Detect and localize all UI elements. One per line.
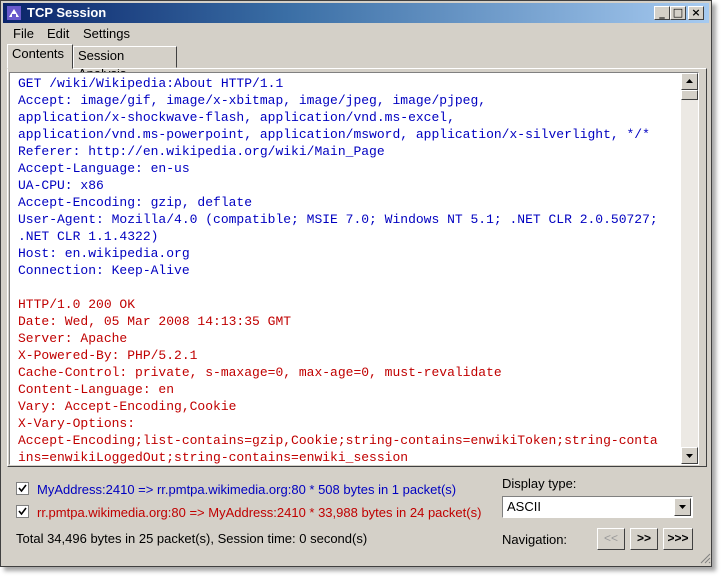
- window-title: TCP Session: [27, 5, 107, 20]
- content-lines: GET /wiki/Wikipedia:About HTTP/1.1 Accept…: [18, 75, 658, 465]
- chevron-down-icon: [679, 505, 686, 509]
- request-line: application/x-shockwave-flash, applicati…: [18, 110, 455, 125]
- response-line: X-Vary-Options:: [18, 416, 136, 431]
- display-type-value: ASCII: [507, 499, 541, 514]
- resize-grip-icon[interactable]: [699, 552, 711, 564]
- scroll-up-button[interactable]: [681, 73, 698, 90]
- request-line: User-Agent: Mozilla/4.0 (compatible; MSI…: [18, 212, 658, 227]
- scroll-down-button[interactable]: [681, 447, 698, 464]
- response-line: Accept-Encoding;list-contains=gzip,Cooki…: [18, 433, 658, 448]
- request-line: Connection: Keep-Alive: [18, 263, 190, 278]
- nav-next-button[interactable]: >>: [630, 528, 658, 550]
- close-button[interactable]: ×: [688, 6, 704, 20]
- minimize-button[interactable]: _: [654, 6, 670, 20]
- request-line: GET /wiki/Wikipedia:About HTTP/1.1: [18, 76, 284, 91]
- response-line: HTTP/1.0 200 OK: [18, 297, 136, 312]
- navigation-label: Navigation:: [502, 532, 568, 547]
- nav-last-button[interactable]: >>>: [663, 528, 693, 550]
- menu-settings[interactable]: Settings: [83, 26, 130, 42]
- title-bar[interactable]: TCP Session _ □ ×: [3, 3, 709, 23]
- request-line: application/vnd.ms-powerpoint, applicati…: [18, 127, 650, 142]
- tcp-session-window: TCP Session _ □ × File Edit Settings Con…: [0, 0, 712, 567]
- menu-edit[interactable]: Edit: [47, 26, 69, 42]
- menu-bar: File Edit Settings: [3, 24, 709, 43]
- checkmark-icon: [18, 507, 27, 516]
- scroll-thumb[interactable]: [681, 90, 698, 100]
- response-line: Server: Apache: [18, 331, 128, 346]
- session-checkbox-outgoing[interactable]: [16, 482, 29, 495]
- response-line: Vary: Accept-Encoding,Cookie: [18, 399, 237, 414]
- app-icon: [7, 6, 21, 20]
- menu-file[interactable]: File: [13, 26, 34, 42]
- session-content-view[interactable]: GET /wiki/Wikipedia:About HTTP/1.1 Accept…: [9, 72, 699, 465]
- response-line: Content-Language: en: [18, 382, 175, 397]
- session-checkbox-incoming[interactable]: [16, 505, 29, 518]
- tab-session-analysis[interactable]: Session Analysis: [73, 46, 177, 81]
- arrow-down-icon: [686, 454, 693, 458]
- request-line: Accept-Language: en-us: [18, 161, 190, 176]
- response-line: Date: Wed, 05 Mar 2008 14:13:35 GMT: [18, 314, 292, 329]
- tab-contents[interactable]: Contents: [7, 44, 73, 69]
- display-type-label: Display type:: [502, 476, 577, 491]
- arrow-up-icon: [686, 79, 693, 83]
- request-line: Accept: image/gif, image/x-xbitmap, imag…: [18, 93, 487, 108]
- nav-first-button[interactable]: <<: [597, 528, 625, 550]
- dropdown-button[interactable]: [674, 498, 691, 516]
- request-line: .NET CLR 1.1.4322): [18, 229, 159, 244]
- vertical-scrollbar[interactable]: [681, 73, 698, 464]
- status-summary: Total 34,496 bytes in 25 packet(s), Sess…: [16, 531, 368, 546]
- request-line: Accept-Encoding: gzip, deflate: [18, 195, 253, 210]
- response-line: X-Powered-By: PHP/5.2.1: [18, 348, 198, 363]
- display-type-select[interactable]: ASCII: [502, 496, 693, 518]
- response-line: Cache-Control: private, s-maxage=0, max-…: [18, 365, 502, 380]
- maximize-button[interactable]: □: [670, 6, 686, 20]
- session-label-outgoing[interactable]: MyAddress:2410 => rr.pmtpa.wikimedia.org…: [37, 482, 456, 498]
- request-line: UA-CPU: x86: [18, 178, 104, 193]
- response-line: ins=enwikiLoggedOut;string-contains=enwi…: [18, 450, 409, 465]
- request-line: Referer: http://en.wikipedia.org/wiki/Ma…: [18, 144, 385, 159]
- checkmark-icon: [18, 484, 27, 493]
- request-line: Host: en.wikipedia.org: [18, 246, 190, 261]
- session-label-incoming[interactable]: rr.pmtpa.wikimedia.org:80 => MyAddress:2…: [37, 505, 481, 521]
- session-footer: MyAddress:2410 => rr.pmtpa.wikimedia.org…: [1, 471, 713, 566]
